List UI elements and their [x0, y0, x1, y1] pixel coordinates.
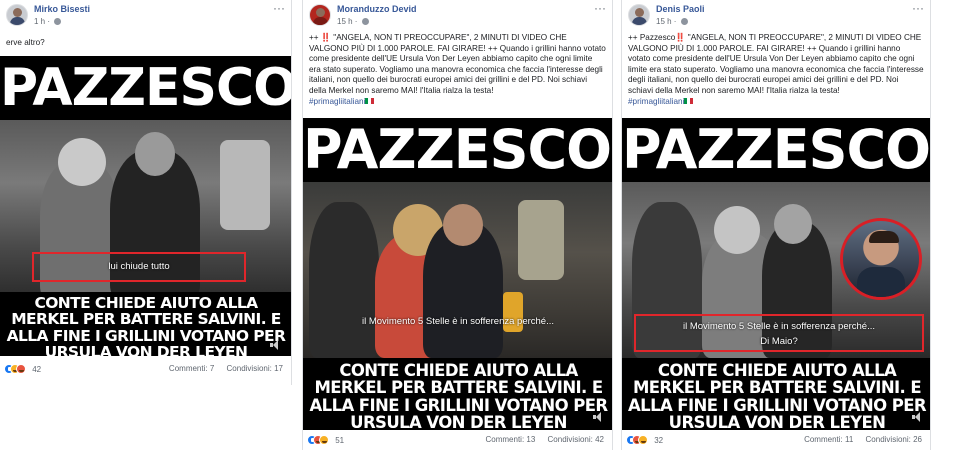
post-stats: 51 Commenti: 13 Condivisioni: 42 — [307, 434, 604, 450]
hashtag-link[interactable]: #primagliitaliani — [309, 97, 365, 106]
author-name[interactable]: Moranduzzo Devid — [337, 4, 417, 14]
video-banner: CONTE CHIEDE AIUTO ALLA MERKEL PER BATTE… — [303, 358, 612, 430]
video-player[interactable]: PAZZESCO! il Movimento 5 Stelle è in sof… — [622, 118, 931, 430]
globe-icon — [680, 18, 688, 25]
post-card: Mirko Bisesti 1 h · ··· erve altro? PAZZ… — [0, 0, 292, 385]
reaction-count: 32 — [654, 435, 664, 445]
comment-count[interactable]: Commenti: 7 — [169, 364, 214, 373]
haha-reaction-icon — [638, 435, 648, 445]
video-title: PAZZESCO! — [622, 118, 931, 182]
more-options-icon[interactable]: ··· — [912, 2, 924, 14]
avatar[interactable] — [6, 4, 28, 26]
angry-reaction-icon — [16, 364, 26, 374]
share-count[interactable]: Condivisioni: 26 — [866, 435, 922, 444]
globe-icon — [54, 18, 62, 25]
post-time[interactable]: 15 h · — [337, 17, 369, 26]
post-caption: erve altro? — [6, 38, 45, 47]
author-name[interactable]: Mirko Bisesti — [34, 4, 90, 14]
post-time[interactable]: 15 h · — [656, 17, 688, 26]
post-card: Moranduzzo Devid 15 h · ··· ++ ‼️ "ANGEL… — [302, 0, 613, 450]
video-title: PAZZESCO! — [0, 56, 292, 120]
video-subtitle: il Movimento 5 Stelle è in sofferenza pe… — [634, 314, 924, 352]
comment-count[interactable]: Commenti: 11 — [804, 435, 853, 444]
video-subtitle: lui chiude tutto — [32, 252, 246, 282]
reactions[interactable]: 42 — [4, 364, 41, 376]
sound-icon[interactable] — [270, 340, 280, 350]
more-options-icon[interactable]: ··· — [594, 2, 606, 14]
video-banner: CONTE CHIEDE AIUTO ALLA MERKEL PER BATTE… — [622, 358, 930, 430]
post-card: Denis Paoli 15 h · ··· ++ Pazzesco‼️ "AN… — [621, 0, 931, 450]
post-time[interactable]: 1 h · — [34, 17, 62, 26]
video-player[interactable]: PAZZESCO! lui chiude tutto CONTE CHIEDE … — [0, 56, 292, 356]
more-options-icon[interactable]: ··· — [273, 2, 285, 14]
globe-icon — [361, 18, 369, 25]
video-subtitle: il Movimento 5 Stelle è in sofferenza pe… — [361, 316, 555, 327]
comment-count[interactable]: Commenti: 13 — [485, 435, 535, 444]
post-stats: 42 Commenti: 7 Condivisioni: 17 — [4, 363, 283, 379]
video-subtitle-line2: Di Maio? — [760, 336, 798, 347]
avatar[interactable] — [309, 4, 331, 26]
share-count[interactable]: Condivisioni: 17 — [227, 364, 283, 373]
post-caption: ++ ‼️ "ANGELA, NON TI PREOCCUPARE", 2 MI… — [309, 33, 606, 106]
reaction-count: 51 — [335, 435, 345, 445]
italy-flag-icon — [684, 97, 694, 104]
reactions[interactable]: 32 — [626, 435, 663, 447]
sound-icon[interactable] — [593, 412, 603, 422]
reaction-count: 42 — [32, 364, 42, 374]
share-count[interactable]: Condivisioni: 42 — [548, 435, 604, 444]
video-player[interactable]: PAZZESCO! il Movimento 5 Stelle è in sof… — [303, 118, 613, 430]
post-header: Mirko Bisesti 1 h · ··· — [0, 0, 291, 30]
wow-reaction-icon — [319, 435, 329, 445]
post-header: Denis Paoli 15 h · ··· — [622, 0, 930, 30]
avatar[interactable] — [628, 4, 650, 26]
inset-portrait — [840, 218, 922, 300]
video-banner: CONTE CHIEDE AIUTO ALLA MERKEL PER BATTE… — [0, 292, 291, 356]
video-title: PAZZESCO! — [303, 118, 613, 182]
reactions[interactable]: 51 — [307, 435, 344, 447]
italy-flag-icon — [365, 97, 375, 104]
post-caption: ++ Pazzesco‼️ "ANGELA, NON TI PREOCCUPAR… — [628, 33, 924, 106]
sound-icon[interactable] — [912, 412, 922, 422]
post-stats: 32 Commenti: 11 Condivisioni: 26 — [626, 434, 922, 450]
post-header: Moranduzzo Devid 15 h · ··· — [303, 0, 612, 30]
author-name[interactable]: Denis Paoli — [656, 4, 705, 14]
hashtag-link[interactable]: #primagliitaliani — [628, 97, 684, 106]
